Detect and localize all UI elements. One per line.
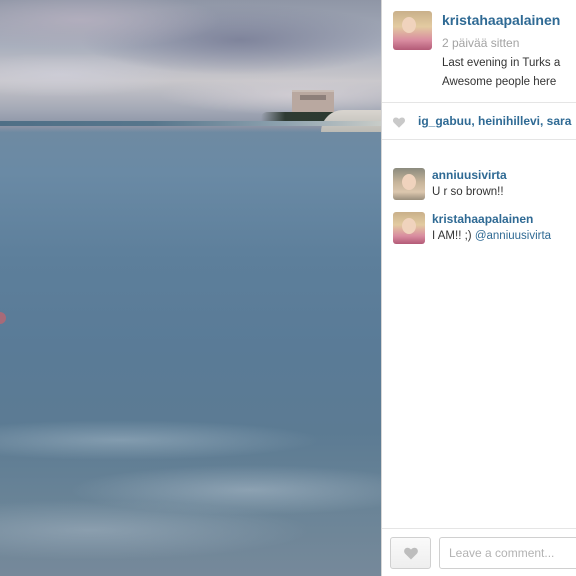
post-timestamp[interactable]: 2 päivää sitten <box>442 36 519 50</box>
heart-icon <box>392 117 406 128</box>
post-sidebar: kristahaapalainen 2 päivää sitten Last e… <box>381 0 576 576</box>
photo-building <box>292 90 334 114</box>
comment-input[interactable] <box>439 537 576 569</box>
photo-waves <box>0 400 381 576</box>
post-header: kristahaapalainen 2 päivää sitten Last e… <box>382 0 576 103</box>
comment-text: I AM!! ;) @anniuusivirta <box>432 230 551 242</box>
comment-username[interactable]: kristahaapalainen <box>432 212 533 226</box>
post-photo[interactable] <box>0 0 381 576</box>
comment-text: U r so brown!! <box>432 186 504 198</box>
likes-list[interactable]: ig_gabuu, heinihillevi, sara <box>418 114 571 128</box>
caption-line: Last evening in Turks a <box>442 57 561 69</box>
comment-username[interactable]: anniuusivirta <box>432 168 507 182</box>
heart-icon <box>404 547 418 560</box>
post-caption: Last evening in Turks a Awesome people h… <box>442 54 560 92</box>
comment-footer <box>382 528 576 576</box>
photo-building-detail <box>300 95 326 100</box>
like-button[interactable] <box>390 537 431 569</box>
comment-mention[interactable]: @anniuusivirta <box>475 230 551 242</box>
avatar[interactable] <box>393 11 432 50</box>
photo-horizon <box>0 121 381 126</box>
post-username[interactable]: kristahaapalainen <box>442 12 560 28</box>
avatar[interactable] <box>393 212 425 244</box>
photo-person <box>0 312 6 324</box>
caption-line: Awesome people here <box>442 76 557 88</box>
comment-body: I AM!! ;) <box>432 230 472 242</box>
likes-bar: ig_gabuu, heinihillevi, sara <box>382 103 576 140</box>
avatar[interactable] <box>393 168 425 200</box>
